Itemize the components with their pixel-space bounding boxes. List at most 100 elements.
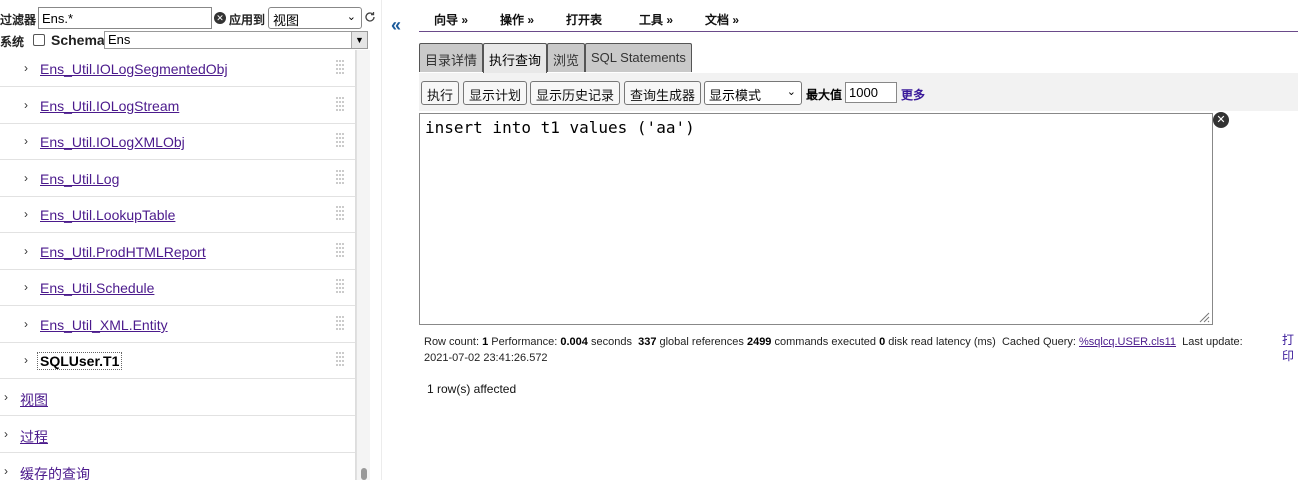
chevron-right-icon[interactable]: ›: [24, 134, 28, 148]
tree-item[interactable]: › Ens_Util.Log: [0, 160, 355, 197]
drag-handle-icon[interactable]: [334, 96, 346, 112]
sql-query-textarea[interactable]: insert into t1 values ('aa'): [419, 113, 1213, 325]
tree-item-selected[interactable]: › SQLUser.T1: [0, 342, 355, 379]
global-refs-value: 337: [638, 336, 657, 348]
performance-label: Performance:: [491, 336, 558, 348]
display-mode-select[interactable]: 显示模式 ⌄: [704, 81, 802, 105]
filter-input[interactable]: [38, 7, 212, 29]
drag-handle-icon[interactable]: [334, 59, 346, 75]
global-refs-label: global references: [659, 336, 744, 348]
chevron-right-icon[interactable]: ›: [24, 244, 28, 258]
tab-browse[interactable]: 浏览: [547, 43, 586, 72]
menu-actions[interactable]: 操作 »: [500, 11, 534, 28]
tab-catalog-details[interactable]: 目录详情: [419, 43, 484, 72]
tree-item[interactable]: › Ens_Util.IOLogSegmentedObj: [0, 50, 355, 87]
show-history-button[interactable]: 显示历史记录: [530, 81, 621, 105]
section-link[interactable]: 视图: [20, 390, 48, 410]
table-link[interactable]: Ens_Util.IOLogXMLObj: [40, 134, 185, 150]
commands-label: commands executed: [774, 336, 877, 348]
menu-open-table[interactable]: 打开表: [566, 11, 602, 28]
drag-handle-icon[interactable]: [334, 351, 346, 367]
tree-scrollbar[interactable]: [356, 50, 370, 480]
tree-section[interactable]: › 视图: [0, 379, 355, 416]
table-link[interactable]: Ens_Util.Log: [40, 171, 119, 187]
chevron-down-icon: ⌄: [786, 86, 796, 98]
chevron-right-icon[interactable]: ›: [24, 353, 28, 367]
chevron-right-icon[interactable]: ›: [24, 317, 28, 331]
drag-handle-icon[interactable]: [334, 242, 346, 258]
tree-item[interactable]: › Ens_Util.LookupTable: [0, 196, 355, 233]
seconds-label: seconds: [590, 336, 632, 348]
drag-handle-icon[interactable]: [334, 205, 346, 221]
max-rows-label: 最大值: [806, 88, 843, 102]
performance-value: 0.004: [560, 336, 588, 348]
chevron-right-icon[interactable]: ›: [4, 390, 8, 404]
table-link[interactable]: SQLUser.T1: [36, 352, 123, 370]
tree-section[interactable]: › 过程: [0, 416, 355, 453]
pane-divider[interactable]: [381, 0, 382, 480]
rows-affected-message: 1 row(s) affected: [427, 382, 517, 396]
table-link[interactable]: Ens_Util.IOLogStream: [40, 98, 179, 114]
drag-handle-icon[interactable]: [334, 278, 346, 294]
tree-section[interactable]: › 缓存的查询: [0, 453, 355, 480]
more-link[interactable]: 更多: [901, 86, 925, 103]
dropdown-arrow-icon[interactable]: ▼: [351, 32, 367, 48]
drag-handle-icon[interactable]: [334, 315, 346, 331]
resize-handle-icon[interactable]: [1197, 310, 1210, 323]
filter-label: 过滤器: [0, 13, 37, 27]
cached-query-link[interactable]: %sqlcq.USER.cls11: [1079, 336, 1176, 348]
menu-wizard[interactable]: 向导 »: [434, 11, 468, 28]
section-link[interactable]: 过程: [20, 427, 48, 447]
tab-sql-statements[interactable]: SQL Statements: [585, 43, 692, 72]
chevron-right-icon[interactable]: ›: [24, 61, 28, 75]
max-rows-input[interactable]: [845, 82, 897, 103]
chevron-right-icon[interactable]: ›: [24, 98, 28, 112]
schema-combobox[interactable]: Ens ▼: [104, 31, 368, 49]
refresh-icon[interactable]: [364, 11, 376, 23]
scroll-thumb[interactable]: [361, 468, 367, 480]
apply-to-label: 应用到: [229, 13, 266, 27]
drag-handle-icon[interactable]: [334, 132, 346, 148]
tab-execute-query[interactable]: 执行查询: [483, 43, 548, 74]
menu-tools[interactable]: 工具 »: [639, 11, 673, 28]
tree-item[interactable]: › Ens_Util_XML.Entity: [0, 306, 355, 343]
schema-tree: › Ens_Util.IOLogSegmentedObj › Ens_Util.…: [0, 50, 356, 480]
clear-filter-icon[interactable]: ✕: [214, 12, 226, 24]
print-link[interactable]: 打印: [1282, 332, 1296, 364]
chevron-right-icon[interactable]: ›: [24, 207, 28, 221]
table-link[interactable]: Ens_Util.Schedule: [40, 280, 154, 296]
schema-value: Ens: [108, 32, 131, 47]
tree-item[interactable]: › Ens_Util.IOLogStream: [0, 87, 355, 124]
system-label: 系统: [0, 35, 25, 49]
apply-to-value: 视图: [273, 13, 300, 28]
last-update-value: 2021-07-02 23:41:26.572: [424, 352, 548, 364]
table-link[interactable]: Ens_Util.IOLogSegmentedObj: [40, 61, 228, 77]
drag-handle-icon[interactable]: [334, 169, 346, 185]
left-pane: 过滤器 ✕ 应用到 视图 ⌄ 系统 Schema Ens ▼ › Ens_Uti…: [0, 0, 375, 480]
tree-item[interactable]: › Ens_Util.IOLogXMLObj: [0, 123, 355, 160]
schema-label: Schema: [51, 32, 105, 48]
chevron-right-icon[interactable]: ›: [4, 427, 8, 441]
tree-item[interactable]: › Ens_Util.ProdHTMLReport: [0, 233, 355, 270]
row-count: 1: [482, 336, 489, 348]
menu-bar: 向导 » 操作 » 打开表 工具 » 文档 »: [419, 0, 1298, 32]
section-link[interactable]: 缓存的查询: [20, 464, 90, 480]
chevron-down-icon: ⌄: [346, 11, 356, 23]
table-link[interactable]: Ens_Util.LookupTable: [40, 207, 175, 223]
chevron-right-icon[interactable]: ›: [24, 280, 28, 294]
table-link[interactable]: Ens_Util.ProdHTMLReport: [40, 244, 206, 260]
clear-query-icon[interactable]: ✕: [1213, 112, 1229, 128]
show-plan-button[interactable]: 显示计划: [463, 81, 528, 105]
tree-item[interactable]: › Ens_Util.Schedule: [0, 269, 355, 306]
display-mode-value: 显示模式: [709, 88, 762, 103]
collapse-pane-icon[interactable]: «: [391, 15, 401, 36]
execute-button[interactable]: 执行: [421, 81, 460, 105]
chevron-right-icon[interactable]: ›: [24, 171, 28, 185]
apply-to-select[interactable]: 视图 ⌄: [268, 7, 362, 29]
menu-docs[interactable]: 文档 »: [705, 11, 739, 28]
disk-latency-label: disk read latency (ms): [888, 336, 996, 348]
query-builder-button[interactable]: 查询生成器: [624, 81, 702, 105]
system-checkbox[interactable]: [33, 34, 45, 46]
table-link[interactable]: Ens_Util_XML.Entity: [40, 317, 168, 333]
chevron-right-icon[interactable]: ›: [4, 464, 8, 478]
